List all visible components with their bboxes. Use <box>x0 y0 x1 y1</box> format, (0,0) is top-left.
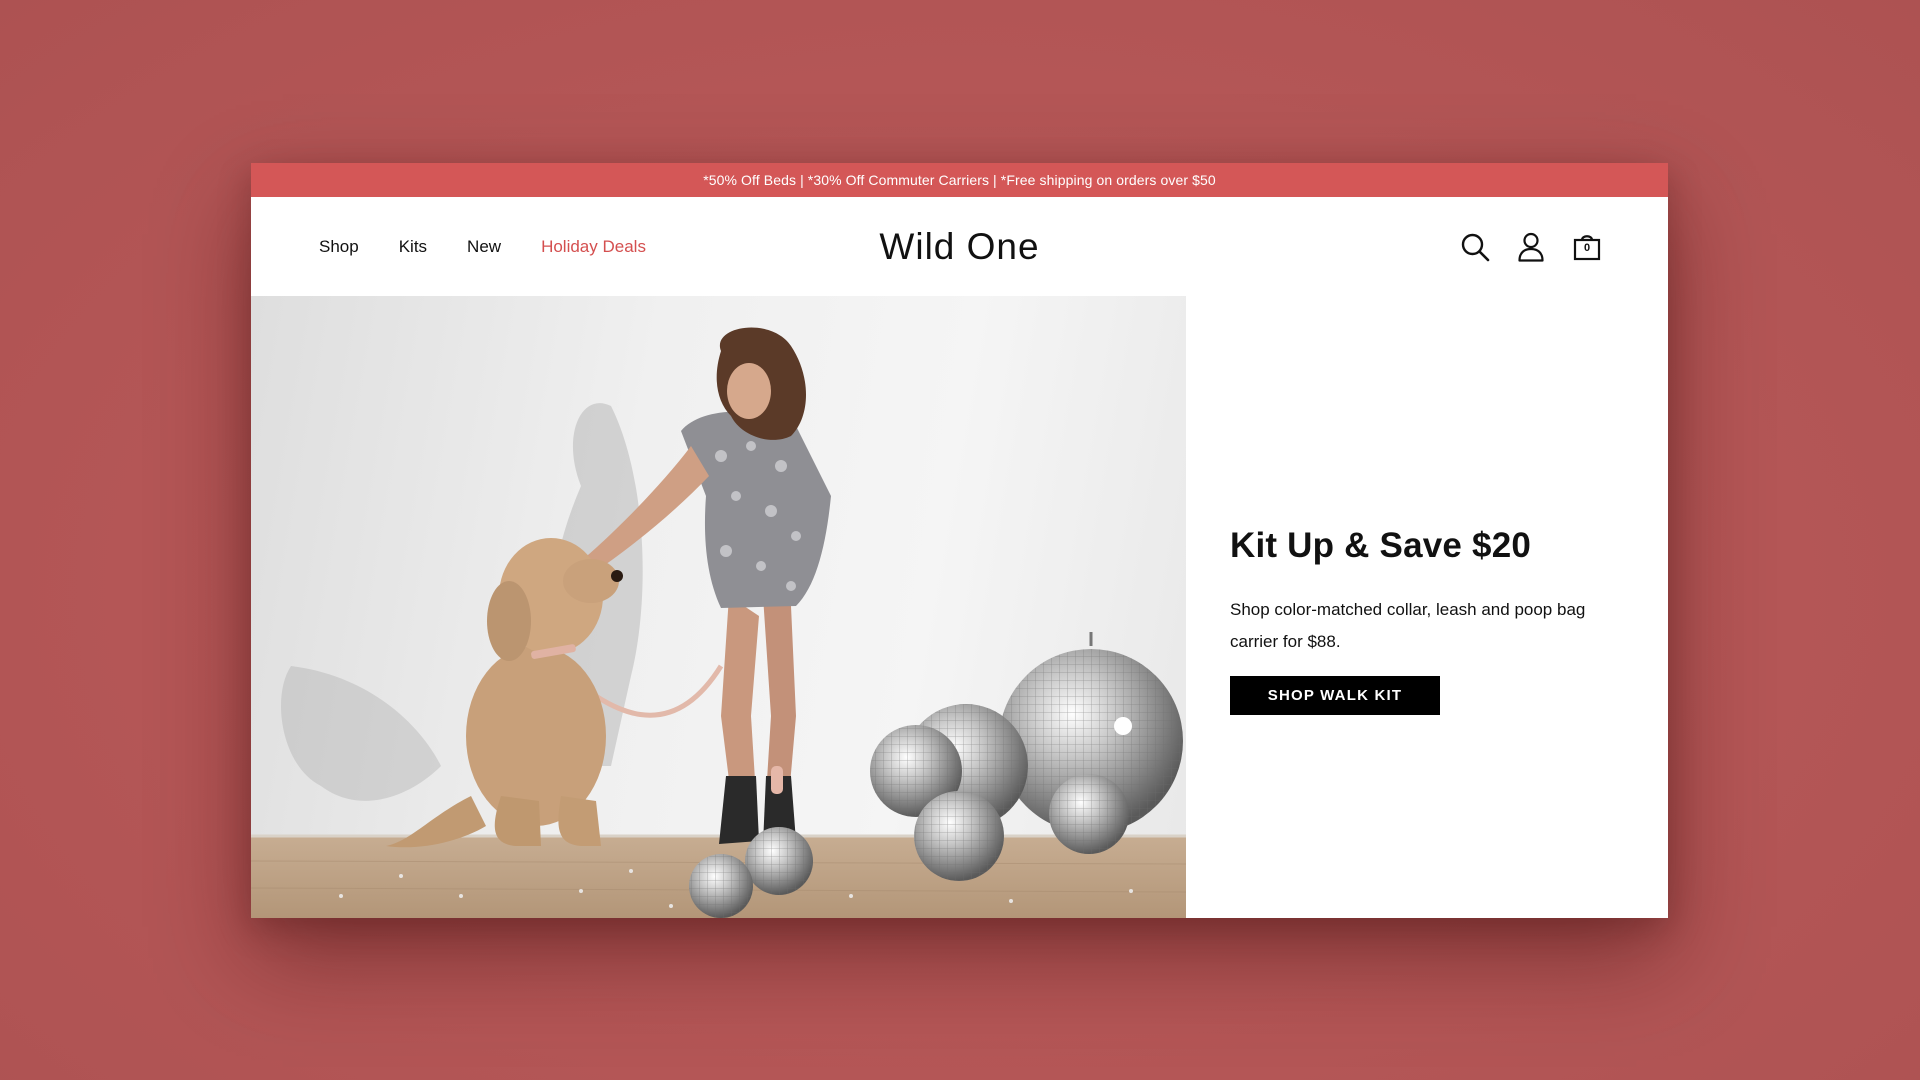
account-icon[interactable] <box>1516 232 1546 262</box>
hero-headline: Kit Up & Save $20 <box>1230 526 1532 565</box>
hero-photo-illustration <box>251 327 1186 918</box>
nav-item-holiday-deals[interactable]: Holiday Deals <box>541 237 646 257</box>
search-icon[interactable] <box>1460 232 1490 262</box>
hero-image <box>251 296 1186 918</box>
site-header: Shop Kits New Holiday Deals Wild One 0 <box>251 197 1668 296</box>
hero-section: Kit Up & Save $20 Shop color-matched col… <box>251 296 1668 918</box>
announcement-bar: *50% Off Beds | *30% Off Commuter Carrie… <box>251 163 1668 197</box>
nav-item-new[interactable]: New <box>467 237 501 257</box>
announcement-text: *50% Off Beds | *30% Off Commuter Carrie… <box>703 172 1216 188</box>
nav-item-kits[interactable]: Kits <box>399 237 427 257</box>
shopping-bag-icon[interactable]: 0 <box>1572 232 1602 262</box>
hero-subtext: Shop color-matched collar, leash and poo… <box>1230 600 1586 651</box>
cart-count: 0 <box>1583 241 1591 254</box>
hero-copy: Kit Up & Save $20 Shop color-matched col… <box>1230 526 1630 715</box>
browser-page: *50% Off Beds | *30% Off Commuter Carrie… <box>251 163 1668 918</box>
header-icons: 0 <box>1460 197 1602 296</box>
shop-walk-kit-button[interactable]: SHOP WALK KIT <box>1230 676 1440 715</box>
nav-item-shop[interactable]: Shop <box>319 237 359 257</box>
main-nav: Shop Kits New Holiday Deals <box>319 197 646 296</box>
